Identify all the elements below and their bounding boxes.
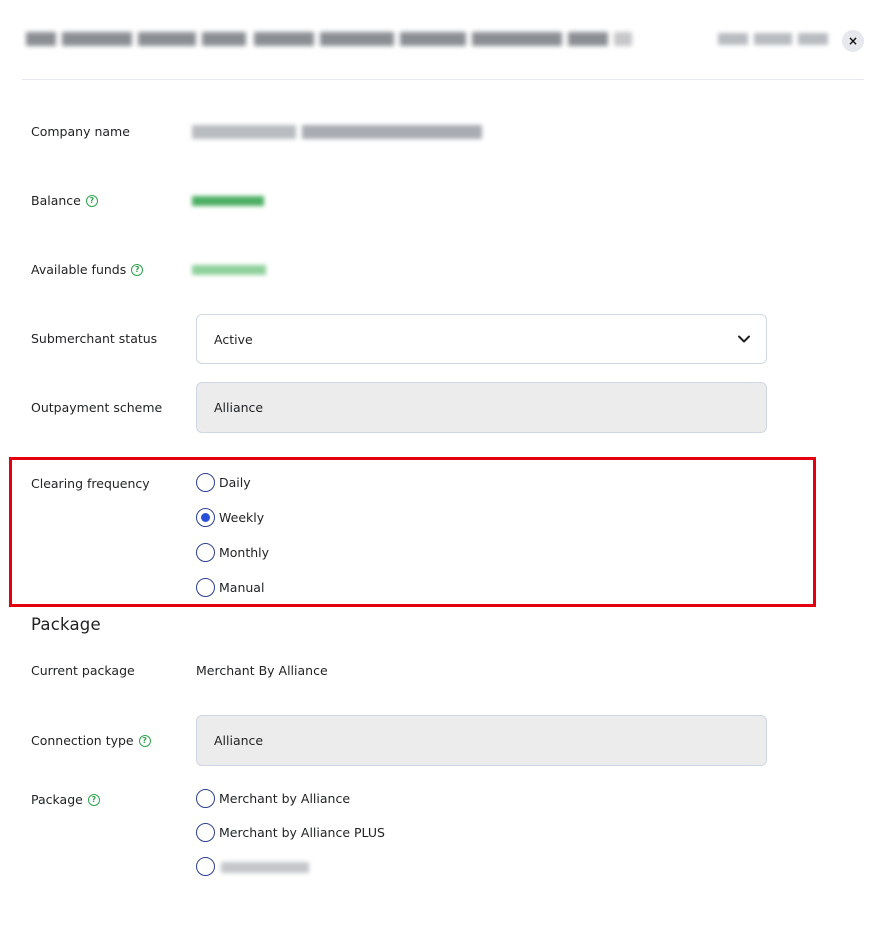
radio-button-selected[interactable] [196, 508, 215, 527]
company-name-value-redacted [192, 123, 492, 141]
radio-button[interactable] [196, 823, 215, 842]
submerchant-status-label: Submerchant status [31, 331, 158, 346]
package-section-title: Package [31, 615, 101, 634]
balance-label: Balance ? [31, 193, 98, 208]
submerchant-status-select[interactable]: Active [196, 314, 767, 364]
package-option-label-redacted [219, 859, 313, 875]
outpayment-scheme-label: Outpayment scheme [31, 400, 163, 415]
available-funds-label: Available funds ? [31, 262, 144, 277]
current-package-value: Merchant By Alliance [196, 663, 328, 678]
modal-title-redacted [26, 22, 646, 56]
radio-button[interactable] [196, 473, 215, 492]
package-option-redacted[interactable] [196, 857, 313, 876]
balance-value-redacted [192, 192, 272, 210]
chevron-down-icon [738, 335, 750, 343]
help-circle-icon[interactable]: ? [87, 793, 100, 806]
clearing-option-weekly[interactable]: Weekly [196, 508, 264, 527]
company-name-label: Company name [31, 124, 130, 139]
help-circle-icon[interactable]: ? [85, 194, 98, 207]
available-funds-value-redacted [192, 261, 272, 279]
current-package-label: Current package [31, 663, 135, 678]
clearing-frequency-label: Clearing frequency [31, 476, 150, 491]
close-icon: × [847, 34, 859, 48]
clearing-option-daily[interactable]: Daily [196, 473, 251, 492]
clearing-option-monthly[interactable]: Monthly [196, 543, 269, 562]
help-circle-icon[interactable]: ? [138, 734, 151, 747]
radio-button[interactable] [196, 857, 215, 876]
radio-button[interactable] [196, 543, 215, 562]
header-meta-redacted [718, 30, 830, 48]
radio-button[interactable] [196, 789, 215, 808]
modal-header: × [22, 0, 864, 80]
help-circle-icon[interactable]: ? [131, 263, 144, 276]
connection-type-field: Alliance [196, 715, 767, 766]
package-option-merchant-by-alliance-plus[interactable]: Merchant by Alliance PLUS [196, 823, 385, 842]
package-option-merchant-by-alliance[interactable]: Merchant by Alliance [196, 789, 350, 808]
connection-type-label: Connection type ? [31, 733, 151, 748]
outpayment-scheme-field: Alliance [196, 382, 767, 433]
package-label: Package ? [31, 792, 100, 807]
clearing-option-manual[interactable]: Manual [196, 578, 264, 597]
radio-button[interactable] [196, 578, 215, 597]
close-button[interactable]: × [842, 30, 864, 52]
